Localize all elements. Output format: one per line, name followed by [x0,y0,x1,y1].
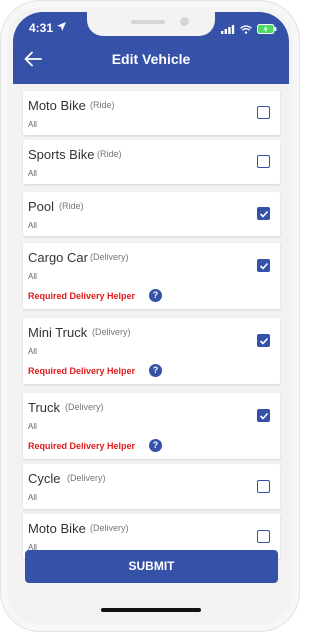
vehicle-name: Truck [28,400,61,415]
checkmark-icon [259,337,269,345]
vehicle-subtitle: All [28,272,37,281]
vehicle-card-cargo-car-delivery[interactable]: Cargo Car (Delivery) All Required Delive… [23,243,280,309]
checkmark-icon [259,262,269,270]
vehicle-type: (Delivery) [92,327,131,337]
vehicle-name: Sports Bike [28,147,95,162]
vehicle-subtitle: All [28,422,37,431]
vehicle-card-sports-bike-ride[interactable]: Sports Bike (Ride) All [23,140,280,184]
vehicle-subtitle: All [28,120,37,129]
speaker-grille [131,20,165,24]
vehicle-subtitle: All [28,493,37,502]
vehicle-checkbox[interactable] [257,259,270,272]
vehicle-type: (Ride) [97,149,122,159]
app-header: 4:31 Edit Vehicle [13,12,289,84]
checkmark-icon [259,210,269,218]
signal-bars-icon [221,21,235,39]
wifi-icon [240,21,252,39]
vehicle-checkbox[interactable] [257,409,270,422]
vehicle-name: Moto Bike [28,98,86,113]
vehicle-subtitle: All [28,347,37,356]
vehicle-checkbox[interactable] [257,207,270,220]
vehicle-name: Cycle [28,471,61,486]
vehicle-checkbox[interactable] [257,334,270,347]
question-circle-icon[interactable]: ? [149,289,162,302]
vehicle-card-pool-ride[interactable]: Pool (Ride) All [23,192,280,236]
vehicle-name: Cargo Car [28,250,88,265]
vehicle-card-mini-truck-delivery[interactable]: Mini Truck (Delivery) All Required Deliv… [23,318,280,384]
vehicle-type: (Delivery) [67,473,106,483]
question-circle-icon[interactable]: ? [149,439,162,452]
question-circle-icon[interactable]: ? [149,364,162,377]
home-indicator [101,608,201,612]
vehicle-card-cycle-delivery[interactable]: Cycle (Delivery) All [23,464,280,509]
vehicle-checkbox[interactable] [257,155,270,168]
front-camera [180,17,189,26]
screen: 4:31 Edit Vehicle Moto Bike (Ride) All S… [13,12,289,622]
vehicle-type: (Ride) [59,201,84,211]
location-arrow-icon [57,22,66,31]
vehicle-name: Pool [28,199,55,214]
delivery-helper-label: Required Delivery Helper [28,441,136,451]
delivery-helper-label: Required Delivery Helper [28,291,136,301]
vehicle-type: (Delivery) [65,402,104,412]
vehicle-type: (Delivery) [90,523,129,533]
delivery-helper-label: Required Delivery Helper [28,366,136,376]
vehicle-checkbox[interactable] [257,530,270,543]
vehicle-name: Mini Truck [28,325,88,340]
checkmark-icon [259,412,269,420]
vehicle-type: (Ride) [90,100,115,110]
vehicle-card-moto-bike-ride[interactable]: Moto Bike (Ride) All [23,91,280,135]
vehicle-checkbox[interactable] [257,480,270,493]
status-time: 4:31 [29,21,54,35]
submit-button[interactable]: SUBMIT [25,550,278,583]
vehicle-name: Moto Bike [28,521,86,536]
phone-frame: 4:31 Edit Vehicle Moto Bike (Ride) All S… [0,0,300,632]
vehicle-subtitle: All [28,221,37,230]
vehicle-type: (Delivery) [90,252,129,262]
page-title: Edit Vehicle [111,51,191,67]
device-notch [87,12,215,36]
status-icons [221,21,277,39]
vehicle-checkbox[interactable] [257,106,270,119]
vehicle-subtitle: All [28,169,37,178]
battery-charging-icon [257,21,277,39]
vehicle-card-truck-delivery[interactable]: Truck (Delivery) All Required Delivery H… [23,393,280,459]
